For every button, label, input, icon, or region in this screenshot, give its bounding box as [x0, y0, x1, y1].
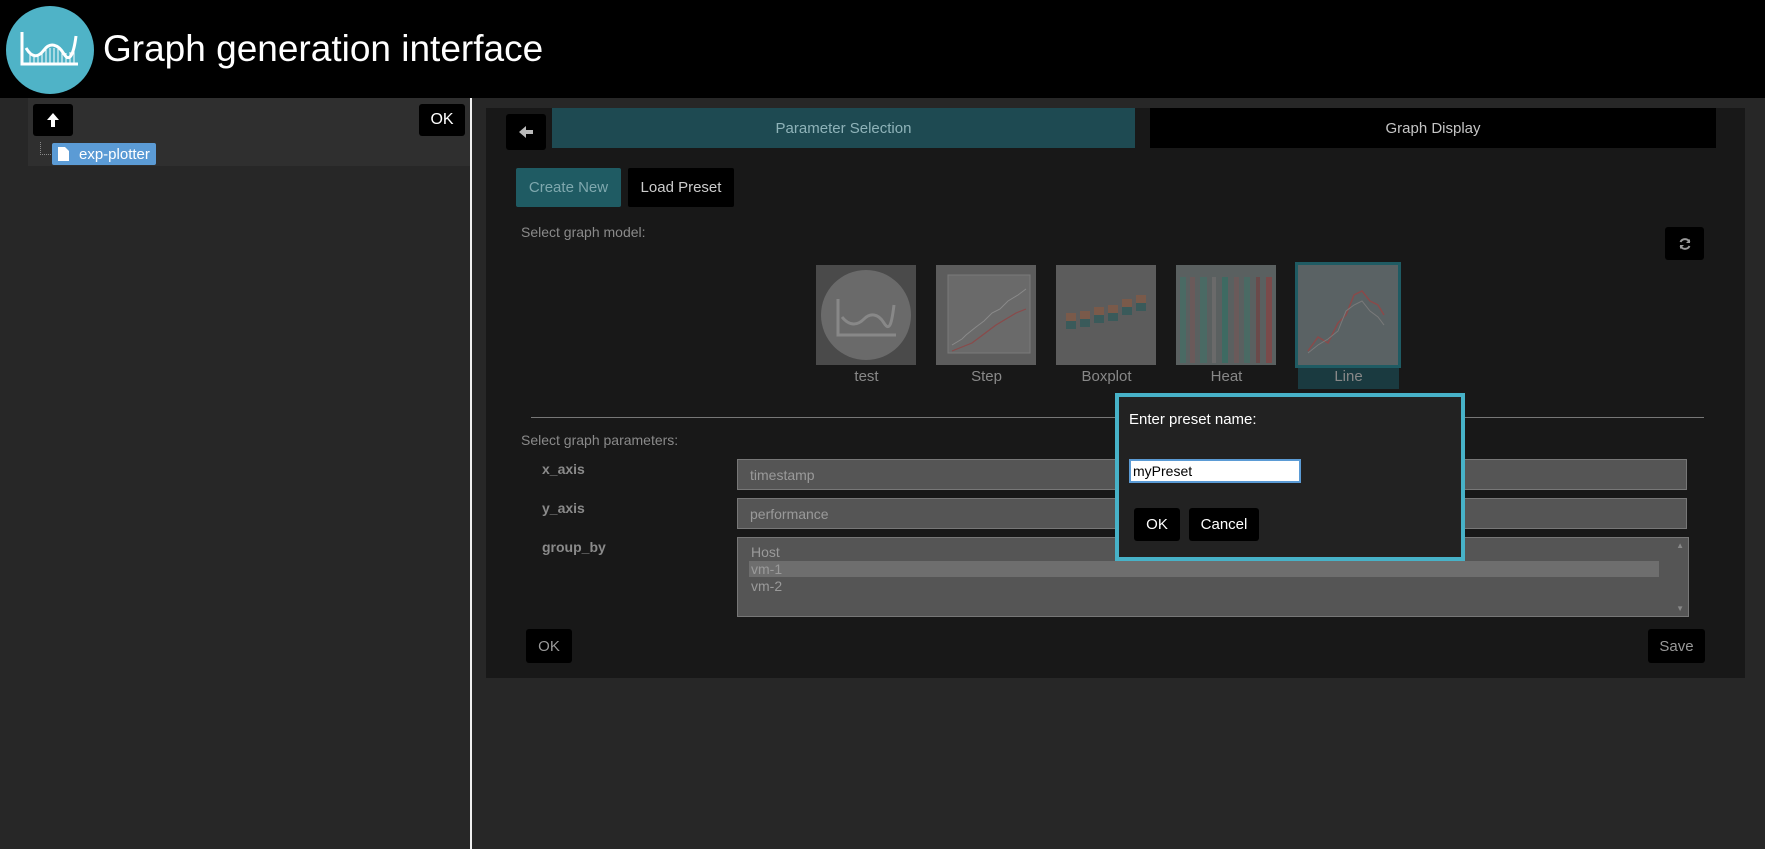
save-button[interactable]: Save: [1648, 629, 1705, 663]
arrow-left-icon: [519, 126, 533, 138]
parameters-ok-button[interactable]: OK: [526, 629, 572, 663]
dialog-title: Enter preset name:: [1129, 411, 1257, 428]
model-thumbnail: [1176, 265, 1276, 365]
file-icon: [58, 147, 69, 161]
navigate-up-button[interactable]: [33, 104, 73, 136]
model-step[interactable]: Step: [936, 265, 1037, 385]
app-title: Graph generation interface: [103, 28, 544, 69]
sidebar-divider[interactable]: [470, 98, 472, 849]
app-header: Graph generation interface: [0, 0, 1765, 98]
scroll-down-icon[interactable]: ▼: [1676, 604, 1684, 613]
create-new-button[interactable]: Create New: [516, 168, 621, 207]
selected-option-highlight: [749, 561, 1659, 577]
tree-item-exp-plotter[interactable]: exp-plotter: [52, 143, 156, 165]
tree-connector: [40, 142, 51, 155]
model-thumbnail: [936, 265, 1036, 365]
preset-name-input[interactable]: myPreset: [1129, 459, 1301, 483]
tab-graph-display[interactable]: Graph Display: [1150, 108, 1716, 148]
model-test[interactable]: test: [816, 265, 917, 385]
x-axis-label: x_axis: [542, 461, 585, 477]
dialog-ok-button[interactable]: OK: [1134, 508, 1180, 541]
back-button[interactable]: [506, 114, 546, 150]
group-by-label: group_by: [542, 539, 606, 555]
sidebar-toolbar: OK exp-plotter: [28, 98, 470, 166]
model-name: Line: [1334, 368, 1363, 385]
model-name: Heat: [1210, 368, 1243, 385]
select-model-label: Select graph model:: [521, 224, 646, 240]
file-tree-sidebar: OK exp-plotter: [0, 98, 470, 849]
select-params-label: Select graph parameters:: [521, 432, 679, 448]
scroll-up-icon[interactable]: ▲: [1676, 541, 1684, 550]
refresh-icon: [1679, 237, 1690, 250]
model-thumbnail: [816, 265, 916, 365]
model-thumbnail: [1295, 262, 1401, 368]
model-heat[interactable]: Heat: [1176, 265, 1277, 385]
list-item[interactable]: vm-2: [751, 578, 782, 594]
dialog-cancel-button[interactable]: Cancel: [1189, 508, 1259, 541]
y-axis-label: y_axis: [542, 500, 585, 516]
model-name: Boxplot: [1081, 368, 1132, 385]
load-preset-button[interactable]: Load Preset: [628, 168, 734, 207]
wave-chart-logo-icon: [6, 6, 94, 94]
refresh-button[interactable]: [1665, 227, 1704, 260]
sidebar-ok-button[interactable]: OK: [419, 104, 465, 136]
tree-item-label: exp-plotter: [79, 145, 150, 163]
preset-name-dialog: Enter preset name: myPreset OK Cancel: [1115, 393, 1465, 561]
model-name: test: [854, 368, 879, 385]
model-thumbnail: [1056, 265, 1156, 365]
arrow-up-icon: [47, 113, 59, 127]
tab-parameter-selection[interactable]: Parameter Selection: [552, 108, 1135, 148]
list-item[interactable]: Host: [751, 544, 780, 560]
model-name: Step: [971, 368, 1002, 385]
model-boxplot[interactable]: Boxplot: [1056, 265, 1157, 385]
model-line[interactable]: Line: [1295, 262, 1401, 389]
list-item[interactable]: vm-1: [751, 561, 782, 577]
